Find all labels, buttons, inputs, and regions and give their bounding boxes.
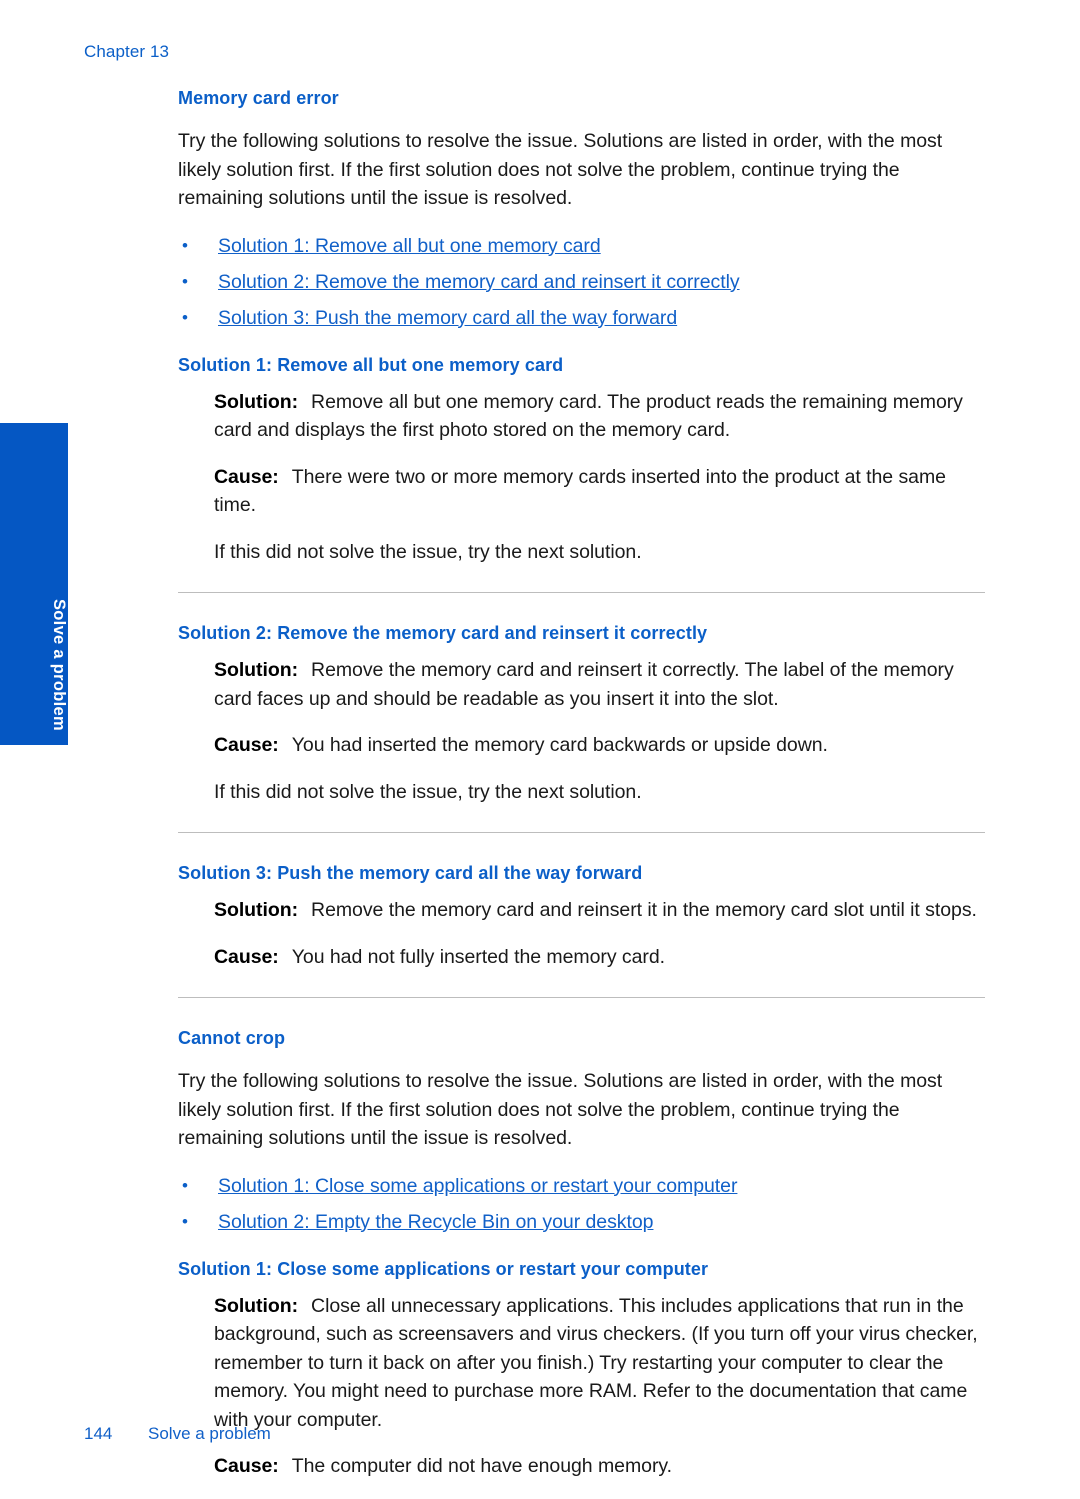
section-thumb-tab-label: Solve a problem xyxy=(50,599,68,731)
solution-text: Close all unnecessary applications. This… xyxy=(214,1294,978,1431)
footer-section-label: Solve a problem xyxy=(148,1424,271,1443)
section-title-cannot-crop: Cannot crop xyxy=(178,1028,286,1048)
list-item[interactable]: Solution 2: Remove the memory card and r… xyxy=(178,267,990,297)
solution-label: Solution: xyxy=(214,659,299,681)
list-item[interactable]: Solution 2: Empty the Recycle Bin on you… xyxy=(178,1207,990,1237)
document-page: Chapter 13 Solve a problem Memory card e… xyxy=(0,0,1080,1495)
footer-page-number: 144 xyxy=(84,1424,113,1443)
solution-paragraph: Solution: Remove the memory card and rein… xyxy=(214,896,990,925)
section-divider xyxy=(178,832,985,833)
toc-link-crop-2[interactable]: Solution 2: Empty the Recycle Bin on you… xyxy=(218,1211,654,1233)
solution-label: Solution: xyxy=(214,899,299,921)
link-list-cannot-crop: Solution 1: Close some applications or r… xyxy=(178,1171,990,1237)
cause-text: The computer did not have enough memory. xyxy=(291,1455,673,1477)
cause-text: You had not fully inserted the memory ca… xyxy=(291,945,665,968)
chapter-header: Chapter 13 xyxy=(84,42,170,61)
solution-heading-memory-1: Solution 1: Remove all but one memory ca… xyxy=(178,354,564,375)
toc-link-memory-2[interactable]: Solution 2: Remove the memory card and r… xyxy=(218,271,740,293)
cause-paragraph: Cause: You had not fully inserted the mem… xyxy=(214,943,990,972)
section-divider xyxy=(178,592,985,593)
solution-text: Remove the memory card and reinsert it c… xyxy=(214,659,954,710)
toc-link-memory-3[interactable]: Solution 3: Push the memory card all the… xyxy=(218,307,677,329)
list-item[interactable]: Solution 1: Remove all but one memory ca… xyxy=(178,231,990,261)
solution-body-memory-1: Solution: Remove all but one memory card.… xyxy=(214,388,990,567)
section-thumb-tab: Solve a problem xyxy=(0,423,68,745)
cause-label: Cause: xyxy=(214,1455,279,1477)
list-item[interactable]: Solution 1: Close some applications or r… xyxy=(178,1171,990,1201)
cause-paragraph: Cause: There were two or more memory card… xyxy=(214,463,990,520)
list-item[interactable]: Solution 3: Push the memory card all the… xyxy=(178,303,990,333)
cause-paragraph: Cause: You had inserted the memory card b… xyxy=(214,731,990,760)
solution-paragraph: Solution: Remove all but one memory card.… xyxy=(214,388,990,445)
solution-body-crop-1: Solution: Close all unnecessary applicati… xyxy=(214,1292,990,1481)
cause-text: You had inserted the memory card backwar… xyxy=(291,734,828,756)
solution-heading-crop-1: Solution 1: Close some applications or r… xyxy=(178,1258,709,1279)
cause-label: Cause: xyxy=(214,465,279,488)
solution-paragraph: Solution: Remove the memory card and rein… xyxy=(214,656,990,713)
cause-paragraph: Cause: The computer did not have enough m… xyxy=(214,1452,990,1481)
solution-heading-memory-3: Solution 3: Push the memory card all the… xyxy=(178,863,643,883)
solution-text: Remove all but one memory card. The prod… xyxy=(214,390,963,442)
next-solution-text: If this did not solve the issue, try the… xyxy=(214,780,642,803)
section-divider xyxy=(178,997,985,998)
solution-text: Remove the memory card and reinsert it i… xyxy=(311,899,977,921)
solution-body-memory-2: Solution: Remove the memory card and rein… xyxy=(214,656,990,806)
cause-label: Cause: xyxy=(214,945,279,968)
cause-text: There were two or more memory cards inse… xyxy=(214,465,946,517)
section-title-memory-card-error: Memory card error xyxy=(178,88,339,108)
page-footer: 144 Solve a problem xyxy=(84,1424,271,1444)
toc-link-memory-1[interactable]: Solution 1: Remove all but one memory ca… xyxy=(218,235,601,257)
solution-heading-memory-2: Solution 2: Remove the memory card and r… xyxy=(178,623,708,643)
next-solution-text: If this did not solve the issue, try the… xyxy=(214,540,642,563)
cause-label: Cause: xyxy=(214,734,279,756)
section-intro-memory-card-error: Try the following solutions to resolve t… xyxy=(178,130,943,209)
link-list-memory-card-error: Solution 1: Remove all but one memory ca… xyxy=(178,231,990,333)
solution-label: Solution: xyxy=(214,390,299,413)
solution-label: Solution: xyxy=(214,1294,299,1317)
section-intro-cannot-crop: Try the following solutions to resolve t… xyxy=(178,1070,943,1149)
solution-paragraph: Solution: Close all unnecessary applicati… xyxy=(214,1292,990,1435)
toc-link-crop-1[interactable]: Solution 1: Close some applications or r… xyxy=(218,1175,737,1197)
solution-body-memory-3: Solution: Remove the memory card and rein… xyxy=(214,896,990,971)
page-content: Memory card error Try the following solu… xyxy=(178,88,990,1499)
